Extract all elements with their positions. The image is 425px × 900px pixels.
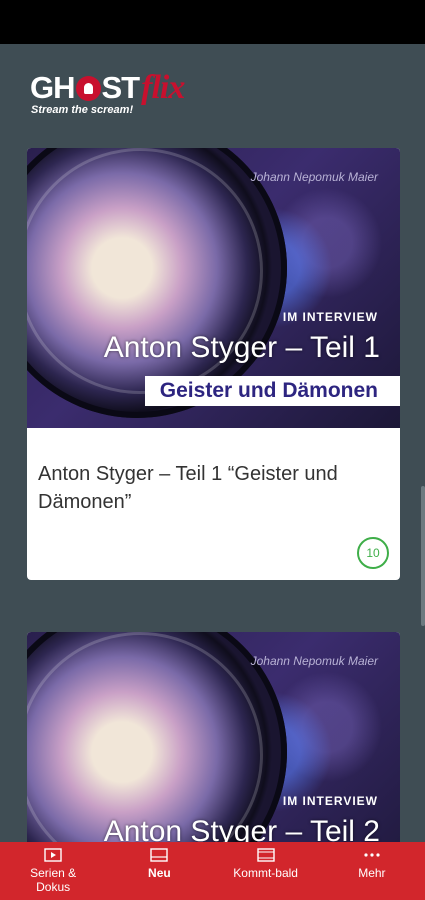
video-card[interactable]: Johann Nepomuk Maier IM INTERVIEW Anton … (27, 632, 400, 842)
scrollbar[interactable] (421, 486, 425, 626)
nav-serien-dokus[interactable]: Serien & Dokus (0, 842, 106, 900)
bottom-navigation: Serien & Dokus Neu Kommt-bald Mehr (0, 842, 425, 900)
logo-ost-text: ST (101, 70, 141, 105)
video-title[interactable]: Anton Styger – Teil 1 “Geister und Dämon… (38, 460, 386, 516)
thumbnail-author: Johann Nepomuk Maier (250, 170, 378, 184)
count-badge: 10 (357, 537, 389, 569)
nav-mehr[interactable]: Mehr (319, 842, 425, 900)
nav-label: Serien & Dokus (30, 866, 77, 894)
play-icon (44, 848, 62, 862)
app-content: GH STflix Stream the scream! Johann Nepom… (0, 44, 425, 842)
logo-tagline: Stream the scream! (31, 104, 134, 116)
thumbnail-title: Anton Styger – Teil 2 (103, 815, 380, 842)
nav-neu[interactable]: Neu (106, 842, 212, 900)
nav-kommt-bald[interactable]: Kommt-bald (213, 842, 319, 900)
status-bar (0, 0, 425, 44)
thumbnail-title: Anton Styger – Teil 1 (103, 331, 380, 364)
video-thumbnail[interactable]: Johann Nepomuk Maier IM INTERVIEW Anton … (27, 632, 400, 842)
logo-ghost-text: GH (30, 70, 75, 105)
logo-flix-text: flix (141, 69, 185, 106)
nav-label: Neu (148, 866, 171, 880)
new-icon (150, 848, 169, 862)
ghost-icon (75, 76, 101, 101)
thumbnail-subtitle: Geister und Dämonen (159, 379, 378, 402)
ghostflix-logo: GH STflix Stream the scream! (30, 69, 230, 122)
thumbnail-label: IM INTERVIEW (282, 310, 378, 324)
thumbnail-author: Johann Nepomuk Maier (250, 654, 378, 668)
nav-label: Kommt-bald (233, 866, 298, 880)
film-icon (256, 848, 275, 862)
video-card[interactable]: Johann Nepomuk Maier IM INTERVIEW Anton … (27, 148, 400, 580)
video-thumbnail[interactable]: Johann Nepomuk Maier IM INTERVIEW Anton … (27, 148, 400, 428)
nav-label: Mehr (358, 866, 386, 880)
thumbnail-subtitle-band: Geister und Dämonen (27, 376, 400, 406)
more-icon (363, 848, 381, 862)
thumbnail-label: IM INTERVIEW (282, 794, 378, 808)
